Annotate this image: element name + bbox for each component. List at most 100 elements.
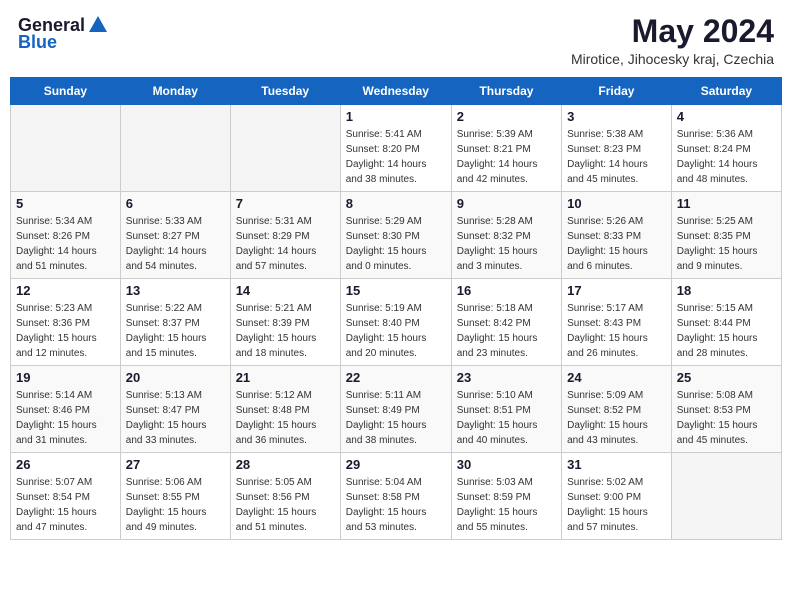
- day-info: Sunrise: 5:12 AMSunset: 8:48 PMDaylight:…: [236, 388, 335, 448]
- calendar-cell: 16 Sunrise: 5:18 AMSunset: 8:42 PMDayligh…: [451, 279, 561, 366]
- day-info: Sunrise: 5:15 AMSunset: 8:44 PMDaylight:…: [677, 301, 776, 361]
- calendar-cell: 27 Sunrise: 5:06 AMSunset: 8:55 PMDayligh…: [120, 453, 230, 540]
- column-header-sunday: Sunday: [11, 78, 121, 105]
- day-info: Sunrise: 5:07 AMSunset: 8:54 PMDaylight:…: [16, 475, 115, 535]
- day-number: 20: [126, 370, 225, 385]
- day-number: 13: [126, 283, 225, 298]
- calendar-header-row: SundayMondayTuesdayWednesdayThursdayFrid…: [11, 78, 782, 105]
- day-number: 22: [346, 370, 446, 385]
- calendar-cell: 8 Sunrise: 5:29 AMSunset: 8:30 PMDaylight…: [340, 192, 451, 279]
- calendar-cell: 7 Sunrise: 5:31 AMSunset: 8:29 PMDaylight…: [230, 192, 340, 279]
- day-info: Sunrise: 5:14 AMSunset: 8:46 PMDaylight:…: [16, 388, 115, 448]
- calendar-week-row: 19 Sunrise: 5:14 AMSunset: 8:46 PMDayligh…: [11, 366, 782, 453]
- logo: General Blue: [18, 14, 109, 53]
- day-number: 10: [567, 196, 666, 211]
- day-number: 5: [16, 196, 115, 211]
- calendar-cell: [671, 453, 781, 540]
- day-info: Sunrise: 5:17 AMSunset: 8:43 PMDaylight:…: [567, 301, 666, 361]
- month-title: May 2024: [571, 14, 774, 49]
- day-info: Sunrise: 5:03 AMSunset: 8:59 PMDaylight:…: [457, 475, 556, 535]
- day-number: 18: [677, 283, 776, 298]
- calendar-cell: 15Sunrise: 5:19 AMSunset: 8:40 PMDayligh…: [340, 279, 451, 366]
- day-info: Sunrise: 5:25 AMSunset: 8:35 PMDaylight:…: [677, 214, 776, 274]
- day-info: Sunrise: 5:19 AMSunset: 8:40 PMDaylight:…: [346, 301, 446, 361]
- day-info: Sunrise: 5:36 AMSunset: 8:24 PMDaylight:…: [677, 127, 776, 187]
- day-number: 27: [126, 457, 225, 472]
- day-info: Sunrise: 5:23 AMSunset: 8:36 PMDaylight:…: [16, 301, 115, 361]
- title-section: May 2024 Mirotice, Jihocesky kraj, Czech…: [571, 14, 774, 67]
- calendar-cell: [120, 105, 230, 192]
- calendar-cell: 20 Sunrise: 5:13 AMSunset: 8:47 PMDayligh…: [120, 366, 230, 453]
- calendar-cell: 11 Sunrise: 5:25 AMSunset: 8:35 PMDayligh…: [671, 192, 781, 279]
- calendar-cell: 30 Sunrise: 5:03 AMSunset: 8:59 PMDayligh…: [451, 453, 561, 540]
- page-header: General Blue May 2024 Mirotice, Jihocesk…: [10, 10, 782, 71]
- calendar-cell: 12 Sunrise: 5:23 AMSunset: 8:36 PMDayligh…: [11, 279, 121, 366]
- day-info: Sunrise: 5:04 AMSunset: 8:58 PMDaylight:…: [346, 475, 446, 535]
- calendar-cell: 10Sunrise: 5:26 AMSunset: 8:33 PMDayligh…: [562, 192, 672, 279]
- day-number: 12: [16, 283, 115, 298]
- calendar-cell: 5 Sunrise: 5:34 AMSunset: 8:26 PMDaylight…: [11, 192, 121, 279]
- day-number: 17: [567, 283, 666, 298]
- calendar-week-row: 5 Sunrise: 5:34 AMSunset: 8:26 PMDaylight…: [11, 192, 782, 279]
- calendar-cell: 18 Sunrise: 5:15 AMSunset: 8:44 PMDayligh…: [671, 279, 781, 366]
- calendar-week-row: 12 Sunrise: 5:23 AMSunset: 8:36 PMDayligh…: [11, 279, 782, 366]
- day-info: Sunrise: 5:08 AMSunset: 8:53 PMDaylight:…: [677, 388, 776, 448]
- column-header-saturday: Saturday: [671, 78, 781, 105]
- calendar-week-row: 26Sunrise: 5:07 AMSunset: 8:54 PMDayligh…: [11, 453, 782, 540]
- day-info: Sunrise: 5:39 AMSunset: 8:21 PMDaylight:…: [457, 127, 556, 187]
- calendar-cell: 9Sunrise: 5:28 AMSunset: 8:32 PMDaylight…: [451, 192, 561, 279]
- day-number: 25: [677, 370, 776, 385]
- day-info: Sunrise: 5:33 AMSunset: 8:27 PMDaylight:…: [126, 214, 225, 274]
- day-number: 16: [457, 283, 556, 298]
- day-number: 23: [457, 370, 556, 385]
- calendar-cell: 22 Sunrise: 5:11 AMSunset: 8:49 PMDayligh…: [340, 366, 451, 453]
- day-number: 7: [236, 196, 335, 211]
- calendar-cell: 3Sunrise: 5:38 AMSunset: 8:23 PMDaylight…: [562, 105, 672, 192]
- day-info: Sunrise: 5:31 AMSunset: 8:29 PMDaylight:…: [236, 214, 335, 274]
- day-number: 8: [346, 196, 446, 211]
- calendar-cell: 14Sunrise: 5:21 AMSunset: 8:39 PMDayligh…: [230, 279, 340, 366]
- calendar-cell: 24 Sunrise: 5:09 AMSunset: 8:52 PMDayligh…: [562, 366, 672, 453]
- day-number: 30: [457, 457, 556, 472]
- calendar-week-row: 1 Sunrise: 5:41 AMSunset: 8:20 PMDaylight…: [11, 105, 782, 192]
- day-number: 11: [677, 196, 776, 211]
- day-info: Sunrise: 5:41 AMSunset: 8:20 PMDaylight:…: [346, 127, 446, 187]
- day-info: Sunrise: 5:34 AMSunset: 8:26 PMDaylight:…: [16, 214, 115, 274]
- day-number: 9: [457, 196, 556, 211]
- day-info: Sunrise: 5:06 AMSunset: 8:55 PMDaylight:…: [126, 475, 225, 535]
- calendar-cell: [230, 105, 340, 192]
- column-header-thursday: Thursday: [451, 78, 561, 105]
- calendar-cell: 13 Sunrise: 5:22 AMSunset: 8:37 PMDayligh…: [120, 279, 230, 366]
- day-info: Sunrise: 5:05 AMSunset: 8:56 PMDaylight:…: [236, 475, 335, 535]
- column-header-monday: Monday: [120, 78, 230, 105]
- day-number: 19: [16, 370, 115, 385]
- day-number: 14: [236, 283, 335, 298]
- column-header-friday: Friday: [562, 78, 672, 105]
- calendar-cell: [11, 105, 121, 192]
- calendar-cell: 26Sunrise: 5:07 AMSunset: 8:54 PMDayligh…: [11, 453, 121, 540]
- calendar-table: SundayMondayTuesdayWednesdayThursdayFrid…: [10, 77, 782, 540]
- day-number: 3: [567, 109, 666, 124]
- day-info: Sunrise: 5:11 AMSunset: 8:49 PMDaylight:…: [346, 388, 446, 448]
- calendar-cell: 19 Sunrise: 5:14 AMSunset: 8:46 PMDayligh…: [11, 366, 121, 453]
- calendar-cell: 25 Sunrise: 5:08 AMSunset: 8:53 PMDayligh…: [671, 366, 781, 453]
- day-info: Sunrise: 5:22 AMSunset: 8:37 PMDaylight:…: [126, 301, 225, 361]
- day-info: Sunrise: 5:10 AMSunset: 8:51 PMDaylight:…: [457, 388, 556, 448]
- day-info: Sunrise: 5:02 AMSunset: 9:00 PMDaylight:…: [567, 475, 666, 535]
- day-info: Sunrise: 5:18 AMSunset: 8:42 PMDaylight:…: [457, 301, 556, 361]
- day-number: 24: [567, 370, 666, 385]
- day-number: 1: [346, 109, 446, 124]
- day-number: 6: [126, 196, 225, 211]
- day-info: Sunrise: 5:29 AMSunset: 8:30 PMDaylight:…: [346, 214, 446, 274]
- day-number: 21: [236, 370, 335, 385]
- column-header-wednesday: Wednesday: [340, 78, 451, 105]
- column-header-tuesday: Tuesday: [230, 78, 340, 105]
- day-info: Sunrise: 5:13 AMSunset: 8:47 PMDaylight:…: [126, 388, 225, 448]
- calendar-cell: 28Sunrise: 5:05 AMSunset: 8:56 PMDayligh…: [230, 453, 340, 540]
- calendar-cell: 23 Sunrise: 5:10 AMSunset: 8:51 PMDayligh…: [451, 366, 561, 453]
- day-info: Sunrise: 5:09 AMSunset: 8:52 PMDaylight:…: [567, 388, 666, 448]
- calendar-cell: 4 Sunrise: 5:36 AMSunset: 8:24 PMDaylight…: [671, 105, 781, 192]
- day-number: 4: [677, 109, 776, 124]
- calendar-cell: 29Sunrise: 5:04 AMSunset: 8:58 PMDayligh…: [340, 453, 451, 540]
- day-number: 31: [567, 457, 666, 472]
